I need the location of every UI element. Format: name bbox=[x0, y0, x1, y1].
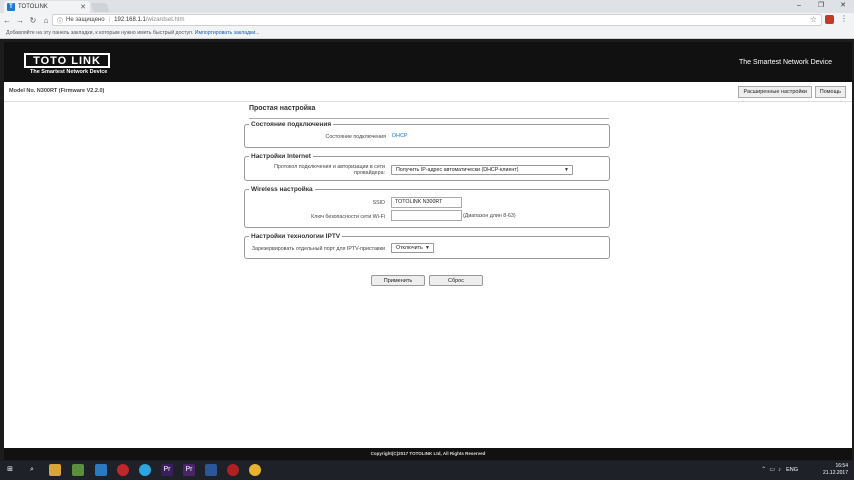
close-tab-icon[interactable]: ✕ bbox=[80, 3, 86, 11]
wireless-settings-legend: Wireless настройка bbox=[251, 186, 313, 193]
model-bar: Model No. N300RT (Firmware V2.2.0) Расши… bbox=[4, 82, 852, 102]
app-icon[interactable] bbox=[95, 464, 107, 476]
app-icon[interactable] bbox=[72, 464, 84, 476]
search-icon[interactable]: ⌕ bbox=[26, 464, 38, 476]
browser-tabbar: T TOTOLINK ✕ – ❐ ✕ bbox=[0, 0, 854, 13]
address-bar[interactable]: ⓘ Не защищено | 192.168.1.1 /wizardset.h… bbox=[52, 14, 822, 26]
wifi-key-input[interactable] bbox=[391, 210, 462, 221]
maximize-icon[interactable]: ❐ bbox=[810, 0, 832, 12]
window-controls: – ❐ ✕ bbox=[788, 0, 854, 12]
iptv-settings-legend: Настройки технологии IPTV bbox=[251, 233, 341, 240]
iptv-label: Зарезервировать отдельный порт для IPTV-… bbox=[251, 246, 385, 252]
totolink-logo: TOTO LINK bbox=[24, 53, 110, 68]
home-icon[interactable]: ⌂ bbox=[40, 16, 52, 25]
dropdown-arrow-icon: ▼ bbox=[564, 167, 569, 173]
clock-time: 16:54 bbox=[835, 463, 848, 469]
reload-icon[interactable]: ↻ bbox=[27, 16, 39, 25]
clock-date: 21.12.2017 bbox=[822, 470, 848, 476]
page-footer: Copyright(C)2017 TOTOLINK Ltd, All Right… bbox=[4, 448, 852, 460]
premiere-icon[interactable]: Pr bbox=[183, 464, 195, 476]
protocol-select-value: Получить IP-адрес автоматически (DHCP-кл… bbox=[396, 167, 519, 173]
app-icon[interactable] bbox=[227, 464, 239, 476]
windows-start-icon[interactable]: ⊞ bbox=[4, 464, 16, 476]
url-host: 192.168.1.1 bbox=[114, 17, 146, 23]
minimize-icon[interactable]: – bbox=[788, 0, 810, 12]
model-info: Model No. N300RT (Firmware V2.2.0) bbox=[9, 88, 105, 94]
security-status: Не защищено bbox=[66, 17, 105, 23]
internet-settings-legend: Настройки Internet bbox=[251, 153, 311, 160]
url-path: /wizardset.htm bbox=[145, 17, 185, 23]
clock[interactable]: 16:54 21.12.2017 bbox=[823, 463, 848, 477]
connection-status-legend: Состояние подключения bbox=[251, 121, 332, 128]
connection-status-value[interactable]: DHCP bbox=[392, 133, 408, 139]
protocol-label: Протокол подключения и авторизации в сет… bbox=[259, 164, 385, 176]
word-icon[interactable] bbox=[205, 464, 217, 476]
help-button[interactable]: Помощь bbox=[814, 86, 846, 98]
bookmarks-bar: Добавляйте на эту панель закладки, к кот… bbox=[0, 28, 854, 39]
reset-button[interactable]: Сброс bbox=[429, 275, 483, 286]
router-page: TOTO LINK The Smartest Network Device Th… bbox=[4, 42, 852, 460]
advanced-settings-button[interactable]: Расширенные настройки bbox=[738, 86, 812, 98]
apply-button[interactable]: Применить bbox=[371, 275, 425, 286]
new-tab-button[interactable] bbox=[90, 3, 110, 12]
extension-icon[interactable] bbox=[825, 15, 834, 24]
page-title: Простая настройка bbox=[249, 105, 316, 112]
ssid-label: SSID bbox=[372, 200, 385, 206]
forward-arrow-icon[interactable]: → bbox=[14, 16, 26, 25]
wifi-key-hint: (Диапазон длин 8-63) bbox=[463, 213, 516, 219]
totolink-favicon-icon: T bbox=[7, 3, 15, 11]
windows-taskbar: ⊞ ⌕ Pr Pr ⌃▭♪ ENG 16:54 21.12.2017 bbox=[0, 461, 854, 480]
protocol-select[interactable]: Получить IP-адрес автоматически (DHCP-кл… bbox=[391, 165, 573, 175]
telegram-icon[interactable] bbox=[139, 464, 151, 476]
ssid-input[interactable]: TOTOLINK N300RT bbox=[391, 197, 462, 208]
logo-subtitle: The Smartest Network Device bbox=[30, 69, 108, 75]
bookmark-star-icon[interactable]: ☆ bbox=[810, 15, 817, 24]
info-icon[interactable]: ⓘ bbox=[57, 16, 63, 25]
header-tagline: The Smartest Network Device bbox=[739, 59, 832, 66]
premiere-icon[interactable]: Pr bbox=[161, 464, 173, 476]
iptv-select-value: Отключить bbox=[396, 245, 423, 251]
language-indicator[interactable]: ENG bbox=[786, 467, 798, 473]
back-arrow-icon[interactable]: ← bbox=[1, 16, 13, 25]
close-window-icon[interactable]: ✕ bbox=[832, 0, 854, 12]
system-tray-icons[interactable]: ⌃▭♪ bbox=[761, 466, 784, 473]
chrome-icon[interactable] bbox=[249, 464, 261, 476]
browser-tab[interactable]: T TOTOLINK ✕ bbox=[4, 1, 90, 13]
browser-toolbar: ← → ↻ ⌂ ⓘ Не защищено | 192.168.1.1 /wiz… bbox=[0, 13, 854, 28]
url-separator: | bbox=[108, 17, 111, 23]
protocol-label-line2: провайдера: bbox=[354, 170, 385, 176]
title-divider bbox=[249, 118, 609, 119]
bookmarks-hint: Добавляйте на эту панель закладки, к кот… bbox=[6, 30, 194, 36]
tab-title: TOTOLINK bbox=[18, 4, 48, 10]
wifi-key-label: Ключ безопасности сети Wi-Fi bbox=[311, 214, 385, 220]
dropdown-arrow-icon: ▼ bbox=[425, 245, 430, 251]
iptv-select[interactable]: Отключить ▼ bbox=[391, 243, 434, 253]
import-bookmarks-link[interactable]: Импортировать закладки... bbox=[195, 30, 260, 36]
menu-icon[interactable]: ⋮ bbox=[840, 14, 848, 23]
page-header: TOTO LINK The Smartest Network Device Th… bbox=[4, 42, 852, 82]
file-explorer-icon[interactable] bbox=[49, 464, 61, 476]
connection-status-label: Состояние подключения bbox=[325, 134, 386, 140]
opera-icon[interactable] bbox=[117, 464, 129, 476]
